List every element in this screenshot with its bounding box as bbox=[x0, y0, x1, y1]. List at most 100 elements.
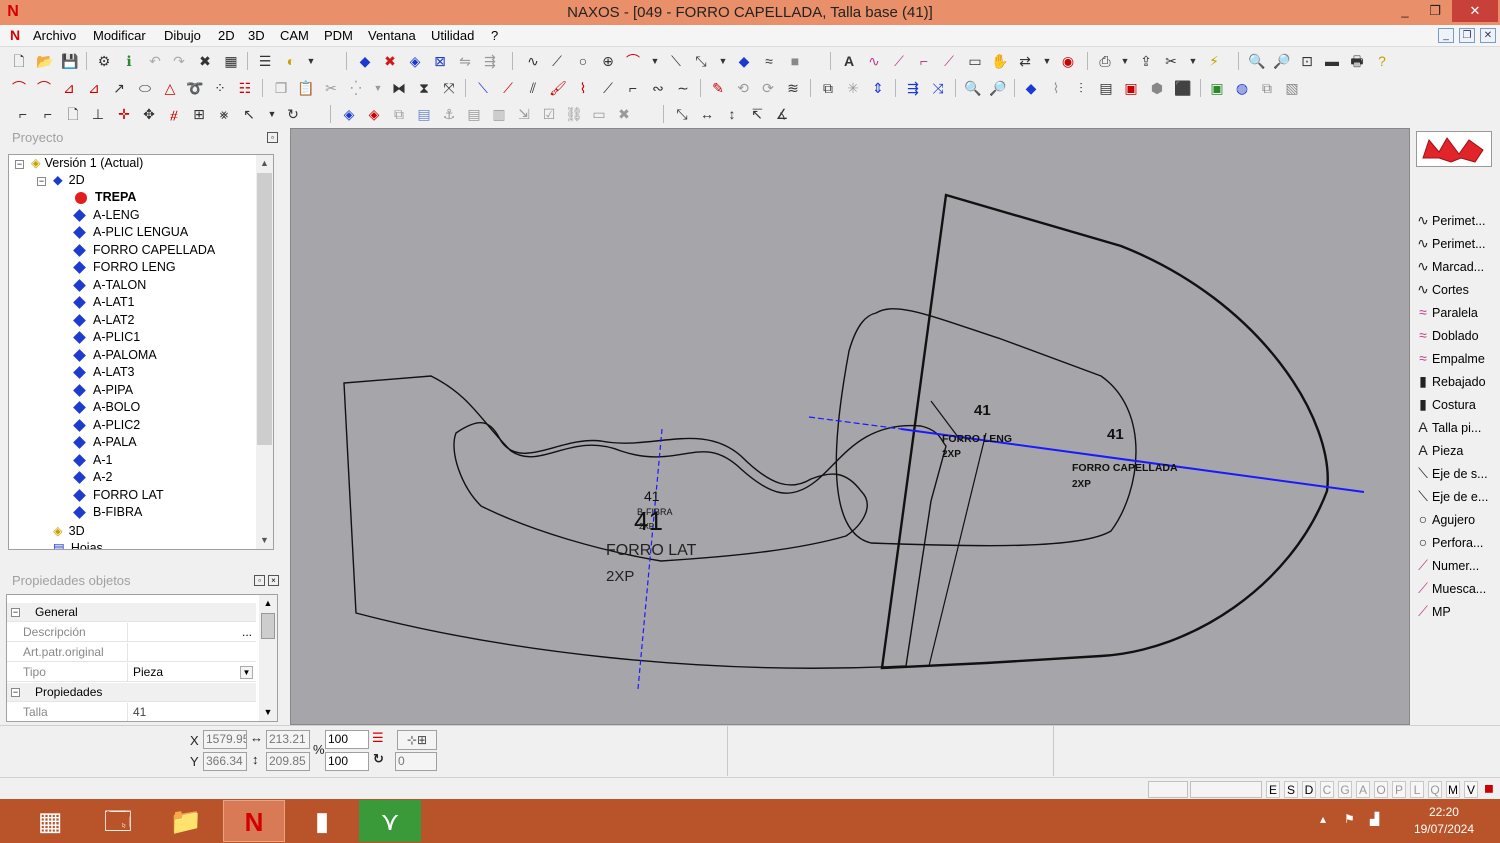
tree-item-piece[interactable]: A-LAT1 bbox=[73, 294, 134, 311]
zoom-fit-icon[interactable]: ⊡ bbox=[1298, 52, 1316, 70]
scroll-down-arrow-icon[interactable]: ▼ bbox=[259, 704, 277, 721]
ruler-icon[interactable]: ▬ bbox=[1323, 52, 1341, 70]
talla-field[interactable]: 41 bbox=[127, 703, 255, 721]
printer-icon[interactable]: 🖶 bbox=[1348, 52, 1366, 70]
trim-icon[interactable]: ⊿ bbox=[60, 79, 78, 97]
stack-icon[interactable]: ⧉ bbox=[1258, 79, 1276, 97]
zoom-all-icon[interactable]: 🔍 bbox=[1248, 52, 1266, 70]
flip-icon[interactable]: ⇕ bbox=[869, 79, 887, 97]
zoom-out-icon[interactable]: 🔎 bbox=[989, 79, 1007, 97]
chevron-down-icon[interactable]: ▼ bbox=[646, 52, 664, 70]
palette-item[interactable]: ∿ Perimet... bbox=[1414, 209, 1500, 231]
measure-vertical-icon[interactable]: ↕ bbox=[723, 105, 741, 123]
select-box-icon[interactable]: ⊠ bbox=[431, 52, 449, 70]
select-tool-icon[interactable]: ◆ bbox=[1022, 79, 1040, 97]
smooth-tool-icon[interactable]: ≈ bbox=[760, 52, 778, 70]
chevron-down-icon[interactable]: ▼ bbox=[302, 52, 320, 70]
corner-cut-icon[interactable]: ⌐ bbox=[14, 105, 32, 123]
palette-item[interactable]: ▮ Costura bbox=[1414, 393, 1500, 415]
section-collapse-toggle[interactable]: − bbox=[11, 688, 20, 697]
menu-modificar[interactable]: Modificar bbox=[93, 28, 146, 43]
window-icon[interactable]: ▣ bbox=[1122, 79, 1140, 97]
arc-corner-icon[interactable]: ⌒ bbox=[35, 79, 53, 97]
measure-angle-icon[interactable]: ∡ bbox=[773, 105, 791, 123]
tree-scrollbar[interactable]: ▲ ▼ bbox=[256, 155, 273, 549]
chevron-down-icon[interactable]: ▼ bbox=[240, 666, 253, 679]
delete-icon[interactable]: ✖ bbox=[196, 52, 214, 70]
tree-item-piece[interactable]: A-LENG bbox=[73, 207, 140, 224]
deselect-icon[interactable]: ✖ bbox=[381, 52, 399, 70]
notch-icon[interactable]: ⌐ bbox=[39, 105, 57, 123]
tree-item-piece[interactable]: A-PALOMA bbox=[73, 347, 157, 364]
select-piece-icon[interactable]: ◈ bbox=[406, 52, 424, 70]
palette-item[interactable]: ≈ Empalme bbox=[1414, 347, 1500, 369]
arc-modify-icon[interactable]: ⌒ bbox=[10, 79, 28, 97]
arc-tool-icon[interactable]: ⌒ bbox=[624, 52, 642, 70]
palette-item[interactable]: ≈ Doblado bbox=[1414, 324, 1500, 346]
nest-icon[interactable]: ◈ bbox=[340, 105, 358, 123]
taskbar-clock[interactable]: 22:20 19/07/2024 bbox=[1414, 804, 1474, 838]
restore-panel-button[interactable]: ▫ bbox=[254, 575, 265, 586]
mode-toggle[interactable]: M bbox=[1446, 781, 1460, 798]
palette-item[interactable]: ⟋ Muesca... bbox=[1414, 577, 1500, 599]
palette-item[interactable]: A Talla pi... bbox=[1414, 416, 1500, 438]
info-icon[interactable]: ℹ bbox=[120, 52, 138, 70]
redo-icon[interactable]: ↷ bbox=[170, 52, 188, 70]
tree-item-piece[interactable]: B-FIBRA bbox=[73, 504, 142, 521]
print-icon[interactable]: ⎙ bbox=[1096, 52, 1114, 70]
menu-pdm[interactable]: PDM bbox=[324, 28, 353, 43]
move-cross-icon[interactable]: ✥ bbox=[140, 105, 158, 123]
tree-item-piece[interactable]: FORRO CAPELLADA bbox=[73, 242, 215, 259]
restore-button[interactable]: ❐ bbox=[1420, 0, 1450, 22]
tree-item-piece[interactable]: FORRO LAT bbox=[73, 487, 164, 504]
mdi-restore-button[interactable]: ❐ bbox=[1459, 28, 1475, 43]
palette-item[interactable]: ○ Agujero bbox=[1414, 508, 1500, 530]
tree-item-2d[interactable]: ◆ 2D bbox=[53, 172, 85, 189]
line-tool-icon[interactable]: ⟍ bbox=[667, 52, 685, 70]
folder-task-icon[interactable]: 📁 bbox=[155, 800, 217, 842]
mode-toggle[interactable]: S bbox=[1284, 781, 1298, 798]
section-propiedades[interactable]: − Propiedades bbox=[7, 683, 256, 702]
transform-icon[interactable]: ⤨ bbox=[929, 79, 947, 97]
tree-item-piece[interactable]: A-PLIC2 bbox=[73, 417, 140, 434]
close-button[interactable]: ✕ bbox=[1452, 0, 1498, 22]
tree-item-piece[interactable]: A-BOLO bbox=[73, 399, 140, 416]
loop-icon[interactable]: ➰ bbox=[186, 79, 204, 97]
zoom-in-icon[interactable]: 🔍 bbox=[964, 79, 982, 97]
menu-help[interactable]: ? bbox=[491, 28, 498, 43]
point-tool-icon[interactable]: ⊕ bbox=[599, 52, 617, 70]
measure-horizontal-icon[interactable]: ↔ bbox=[698, 105, 716, 123]
section-general[interactable]: − General bbox=[7, 603, 256, 622]
scroll-thumb[interactable] bbox=[257, 173, 272, 445]
mode-toggle[interactable]: C bbox=[1320, 781, 1334, 798]
measure-distance-icon[interactable]: ⤡ bbox=[673, 105, 691, 123]
undo-icon[interactable]: ↶ bbox=[146, 52, 164, 70]
tree-item-piece[interactable]: A-2 bbox=[73, 469, 112, 486]
flag-icon[interactable]: ⚑ bbox=[1344, 812, 1355, 826]
rotate-cw-icon[interactable]: ⟳ bbox=[759, 79, 777, 97]
palette-item[interactable]: ○ Perfora... bbox=[1414, 531, 1500, 553]
show-hidden-icons-icon[interactable]: ▴ bbox=[1320, 812, 1326, 826]
node-tool-icon[interactable]: ◆ bbox=[735, 52, 753, 70]
layers-icon[interactable]: ☰ bbox=[256, 52, 274, 70]
step-icon[interactable]: ⌐ bbox=[624, 79, 642, 97]
palette-item[interactable]: ∿ Cortes bbox=[1414, 278, 1500, 300]
palette-item[interactable]: ∿ Marcad... bbox=[1414, 255, 1500, 277]
menu-archivo[interactable]: Archivo bbox=[33, 28, 76, 43]
menu-2d[interactable]: 2D bbox=[218, 28, 235, 43]
page-icon[interactable]: 🗋 bbox=[64, 105, 82, 123]
new-file-icon[interactable]: 🗋 bbox=[10, 52, 28, 70]
mode-toggle[interactable]: D bbox=[1302, 781, 1316, 798]
offset-tool-icon[interactable]: ⟋ bbox=[940, 52, 958, 70]
mode-toggle[interactable]: P bbox=[1392, 781, 1406, 798]
scroll-thumb[interactable] bbox=[261, 613, 275, 639]
scale-y-field[interactable]: 100 bbox=[325, 752, 369, 771]
image-icon[interactable]: ▣ bbox=[1208, 79, 1226, 97]
mode-toggle[interactable]: G bbox=[1338, 781, 1352, 798]
menu-utilidad[interactable]: Utilidad bbox=[431, 28, 474, 43]
tree-item-piece[interactable]: A-TALON bbox=[73, 277, 146, 294]
flash-icon[interactable]: ⚡ bbox=[1205, 52, 1223, 70]
curve-tool-icon[interactable]: ∿ bbox=[524, 52, 542, 70]
hand-tool-icon[interactable]: ✋ bbox=[991, 52, 1009, 70]
naxos-task-icon[interactable]: N bbox=[223, 800, 285, 842]
